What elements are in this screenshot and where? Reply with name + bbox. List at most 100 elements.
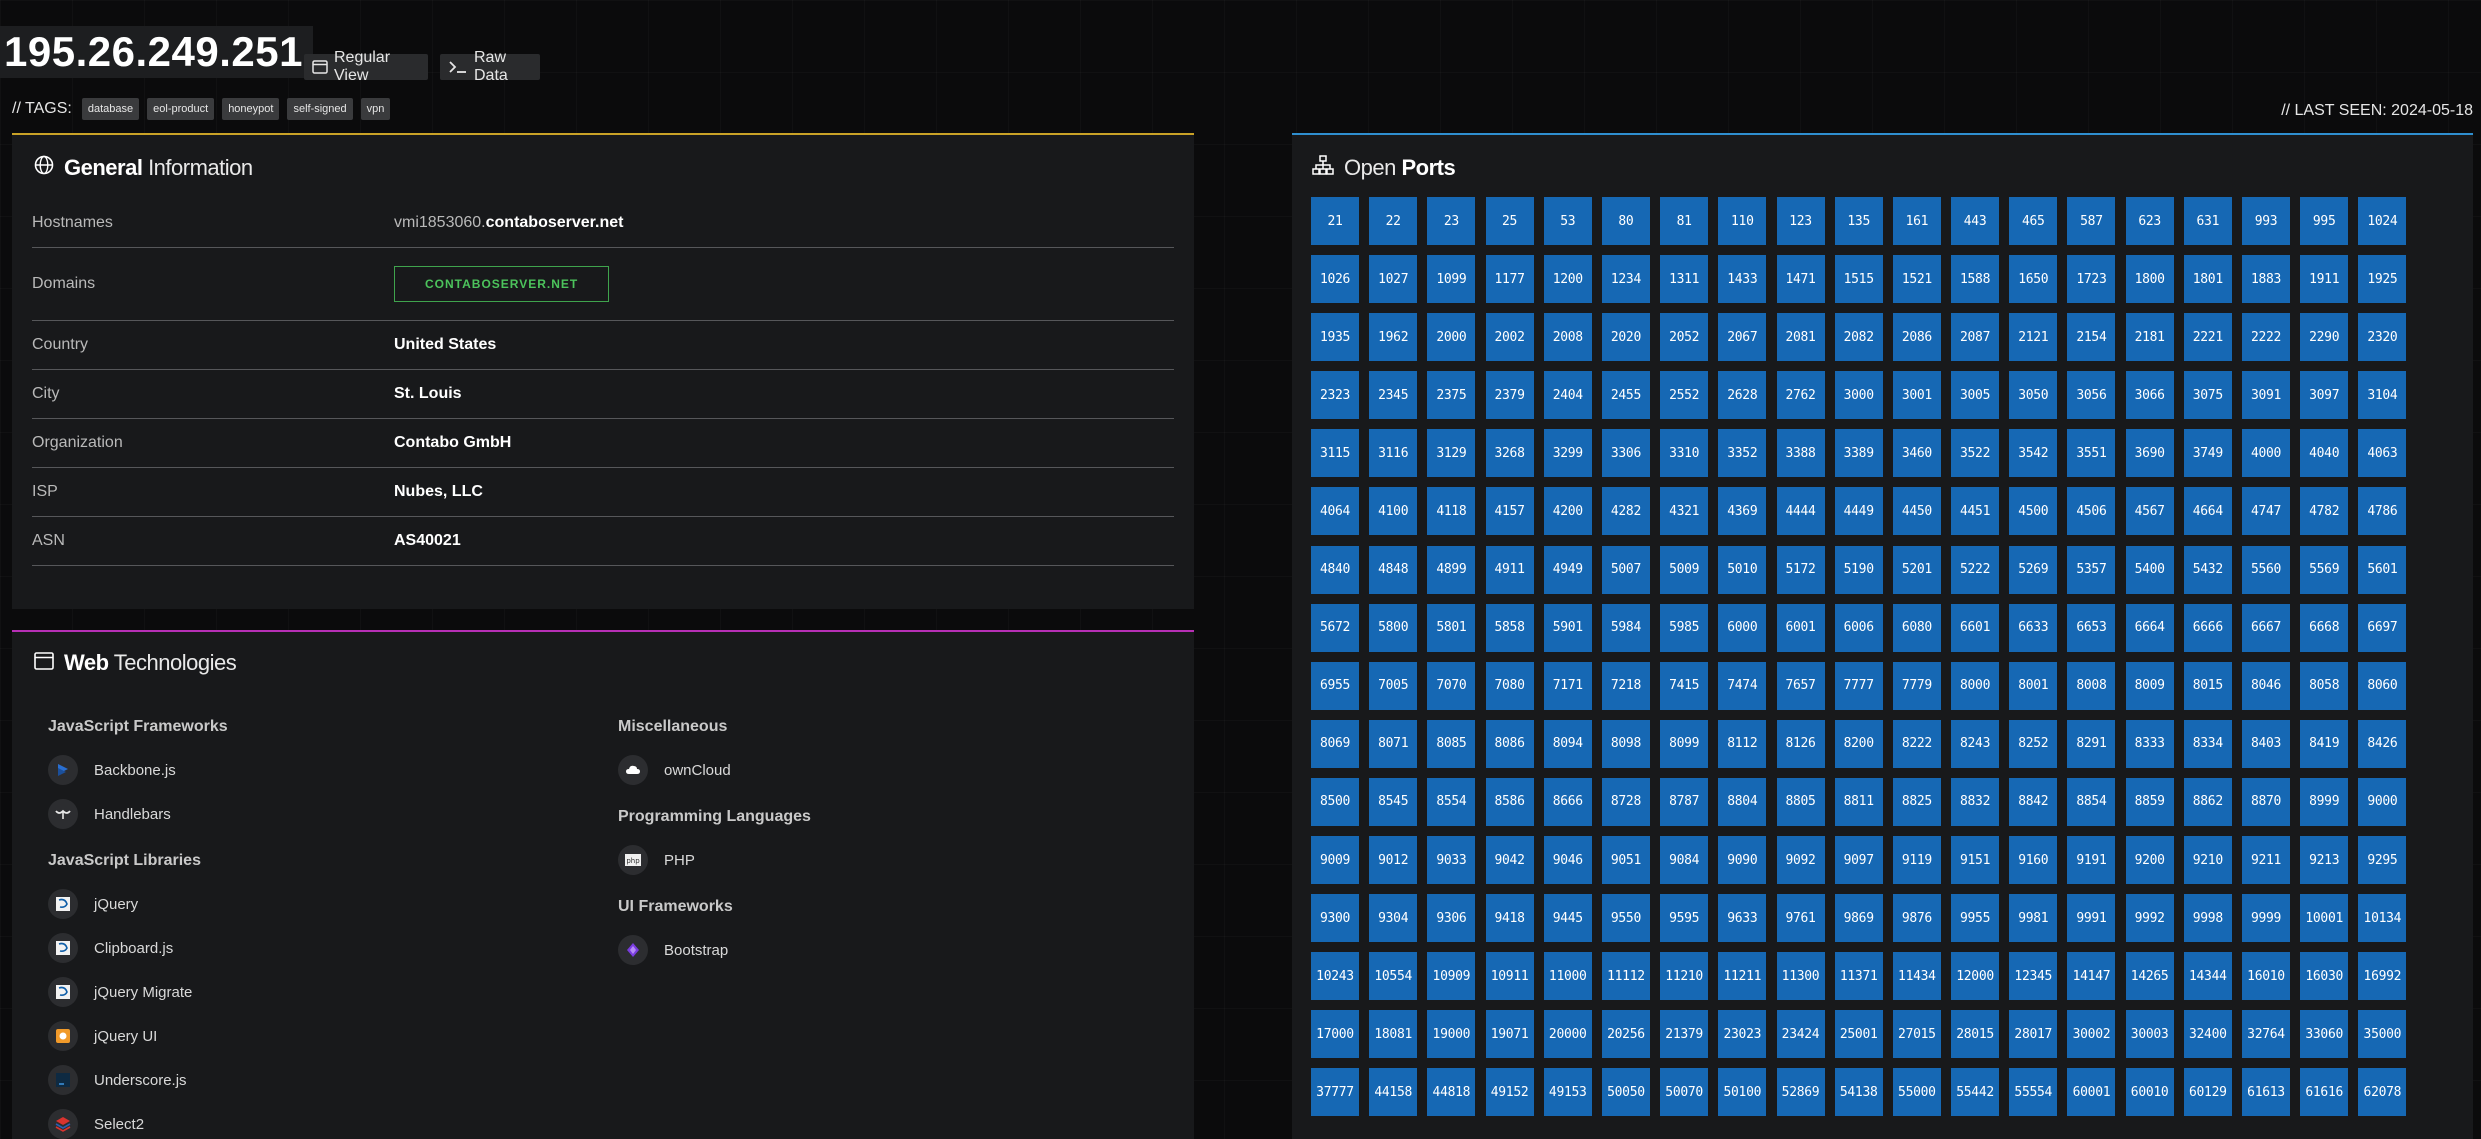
tech-item-jquery-ui[interactable]: jQuery UI — [48, 1014, 228, 1058]
port-tile[interactable]: 2067 — [1718, 313, 1767, 362]
port-tile[interactable]: 5432 — [2183, 545, 2232, 594]
port-tile[interactable]: 55000 — [1892, 1068, 1941, 1117]
port-tile[interactable]: 2323 — [1311, 371, 1359, 420]
port-tile[interactable]: 5569 — [2300, 545, 2349, 594]
port-tile[interactable]: 1027 — [1369, 255, 1418, 304]
port-tile[interactable]: 9084 — [1660, 836, 1709, 885]
port-tile[interactable]: 8222 — [1892, 719, 1941, 768]
port-tile[interactable]: 587 — [2067, 197, 2116, 245]
port-tile[interactable]: 1801 — [2183, 255, 2232, 304]
port-tile[interactable]: 5901 — [1543, 603, 1592, 652]
port-tile[interactable]: 52869 — [1776, 1068, 1825, 1117]
port-tile[interactable]: 9595 — [1660, 894, 1709, 943]
port-tile[interactable]: 1911 — [2300, 255, 2349, 304]
port-tile[interactable]: 9304 — [1369, 894, 1418, 943]
tech-item-jquery-migrate[interactable]: jQuery Migrate — [48, 970, 228, 1014]
port-tile[interactable]: 21 — [1311, 197, 1359, 245]
port-tile[interactable]: 1883 — [2242, 255, 2290, 304]
port-tile[interactable]: 4063 — [2358, 429, 2407, 478]
port-tile[interactable]: 4200 — [1543, 487, 1592, 536]
port-tile[interactable]: 25 — [1485, 197, 1534, 245]
port-tile[interactable]: 8291 — [2067, 719, 2116, 768]
port-tile[interactable]: 19071 — [1485, 1010, 1534, 1059]
port-tile[interactable]: 8787 — [1660, 777, 1709, 826]
port-tile[interactable]: 5560 — [2242, 545, 2290, 594]
port-tile[interactable]: 4848 — [1369, 545, 1418, 594]
port-tile[interactable]: 995 — [2300, 197, 2349, 245]
port-tile[interactable]: 9000 — [2358, 777, 2407, 826]
port-tile[interactable]: 14265 — [2125, 952, 2174, 1001]
port-tile[interactable]: 10911 — [1485, 952, 1534, 1001]
port-tile[interactable]: 8334 — [2183, 719, 2232, 768]
port-tile[interactable]: 9550 — [1601, 894, 1650, 943]
port-tile[interactable]: 3306 — [1601, 429, 1650, 478]
port-tile[interactable]: 6664 — [2125, 603, 2174, 652]
port-tile[interactable]: 5009 — [1660, 545, 1709, 594]
port-tile[interactable]: 30002 — [2067, 1010, 2116, 1059]
port-tile[interactable]: 23 — [1427, 197, 1476, 245]
port-tile[interactable]: 8666 — [1543, 777, 1592, 826]
port-tile[interactable]: 3066 — [2125, 371, 2174, 420]
port-tile[interactable]: 8554 — [1427, 777, 1476, 826]
port-tile[interactable]: 44158 — [1369, 1068, 1418, 1117]
port-tile[interactable]: 11210 — [1660, 952, 1709, 1001]
port-tile[interactable]: 8086 — [1485, 719, 1534, 768]
port-tile[interactable]: 2052 — [1660, 313, 1709, 362]
port-tile[interactable]: 4840 — [1311, 545, 1359, 594]
port-tile[interactable]: 9955 — [1951, 894, 2000, 943]
port-tile[interactable]: 1723 — [2067, 255, 2116, 304]
port-tile[interactable]: 9092 — [1776, 836, 1825, 885]
port-tile[interactable]: 4100 — [1369, 487, 1418, 536]
port-tile[interactable]: 22 — [1369, 197, 1418, 245]
port-tile[interactable]: 50070 — [1660, 1068, 1709, 1117]
port-tile[interactable]: 631 — [2183, 197, 2232, 245]
port-tile[interactable]: 60010 — [2125, 1068, 2174, 1117]
port-tile[interactable]: 19000 — [1427, 1010, 1476, 1059]
port-tile[interactable]: 55442 — [1951, 1068, 2000, 1117]
port-tile[interactable]: 9633 — [1718, 894, 1767, 943]
port-tile[interactable]: 14344 — [2183, 952, 2232, 1001]
port-tile[interactable]: 9761 — [1776, 894, 1825, 943]
port-tile[interactable]: 8000 — [1951, 661, 2000, 710]
port-tile[interactable]: 2002 — [1485, 313, 1534, 362]
port-tile[interactable]: 5985 — [1660, 603, 1709, 652]
port-tile[interactable]: 10243 — [1311, 952, 1359, 1001]
port-tile[interactable]: 80 — [1601, 197, 1650, 245]
tag[interactable]: vpn — [360, 98, 391, 120]
port-tile[interactable]: 81 — [1660, 197, 1709, 245]
port-tile[interactable]: 3389 — [1834, 429, 1883, 478]
port-tile[interactable]: 8545 — [1369, 777, 1418, 826]
port-tile[interactable]: 8098 — [1601, 719, 1650, 768]
port-tile[interactable]: 1024 — [2358, 197, 2407, 245]
port-tile[interactable]: 8252 — [2009, 719, 2058, 768]
port-tile[interactable]: 35000 — [2358, 1010, 2407, 1059]
port-tile[interactable]: 1521 — [1892, 255, 1941, 304]
port-tile[interactable]: 8728 — [1601, 777, 1650, 826]
port-tile[interactable]: 60001 — [2067, 1068, 2116, 1117]
port-tile[interactable]: 3551 — [2067, 429, 2116, 478]
port-tile[interactable]: 12345 — [2009, 952, 2058, 1001]
port-tile[interactable]: 54138 — [1834, 1068, 1883, 1117]
port-tile[interactable]: 9991 — [2067, 894, 2116, 943]
tag[interactable]: honeypot — [222, 98, 280, 120]
port-tile[interactable]: 4000 — [2242, 429, 2290, 478]
domain-badge[interactable]: CONTABOSERVER.NET — [394, 266, 610, 302]
port-tile[interactable]: 16992 — [2358, 952, 2407, 1001]
port-tile[interactable]: 32764 — [2242, 1010, 2290, 1059]
port-tile[interactable]: 3268 — [1485, 429, 1534, 478]
port-tile[interactable]: 28015 — [1951, 1010, 2000, 1059]
port-tile[interactable]: 50050 — [1601, 1068, 1650, 1117]
port-tile[interactable]: 2222 — [2242, 313, 2290, 362]
port-tile[interactable]: 8586 — [1485, 777, 1534, 826]
port-tile[interactable]: 8046 — [2242, 661, 2290, 710]
port-tile[interactable]: 5190 — [1834, 545, 1883, 594]
port-tile[interactable]: 9306 — [1427, 894, 1476, 943]
port-tile[interactable]: 9445 — [1543, 894, 1592, 943]
port-tile[interactable]: 1800 — [2125, 255, 2174, 304]
port-tile[interactable]: 4444 — [1776, 487, 1825, 536]
port-tile[interactable]: 18081 — [1369, 1010, 1418, 1059]
port-tile[interactable]: 5801 — [1427, 603, 1476, 652]
port-tile[interactable]: 4664 — [2183, 487, 2232, 536]
port-tile[interactable]: 8015 — [2183, 661, 2232, 710]
port-tile[interactable]: 443 — [1951, 197, 2000, 245]
